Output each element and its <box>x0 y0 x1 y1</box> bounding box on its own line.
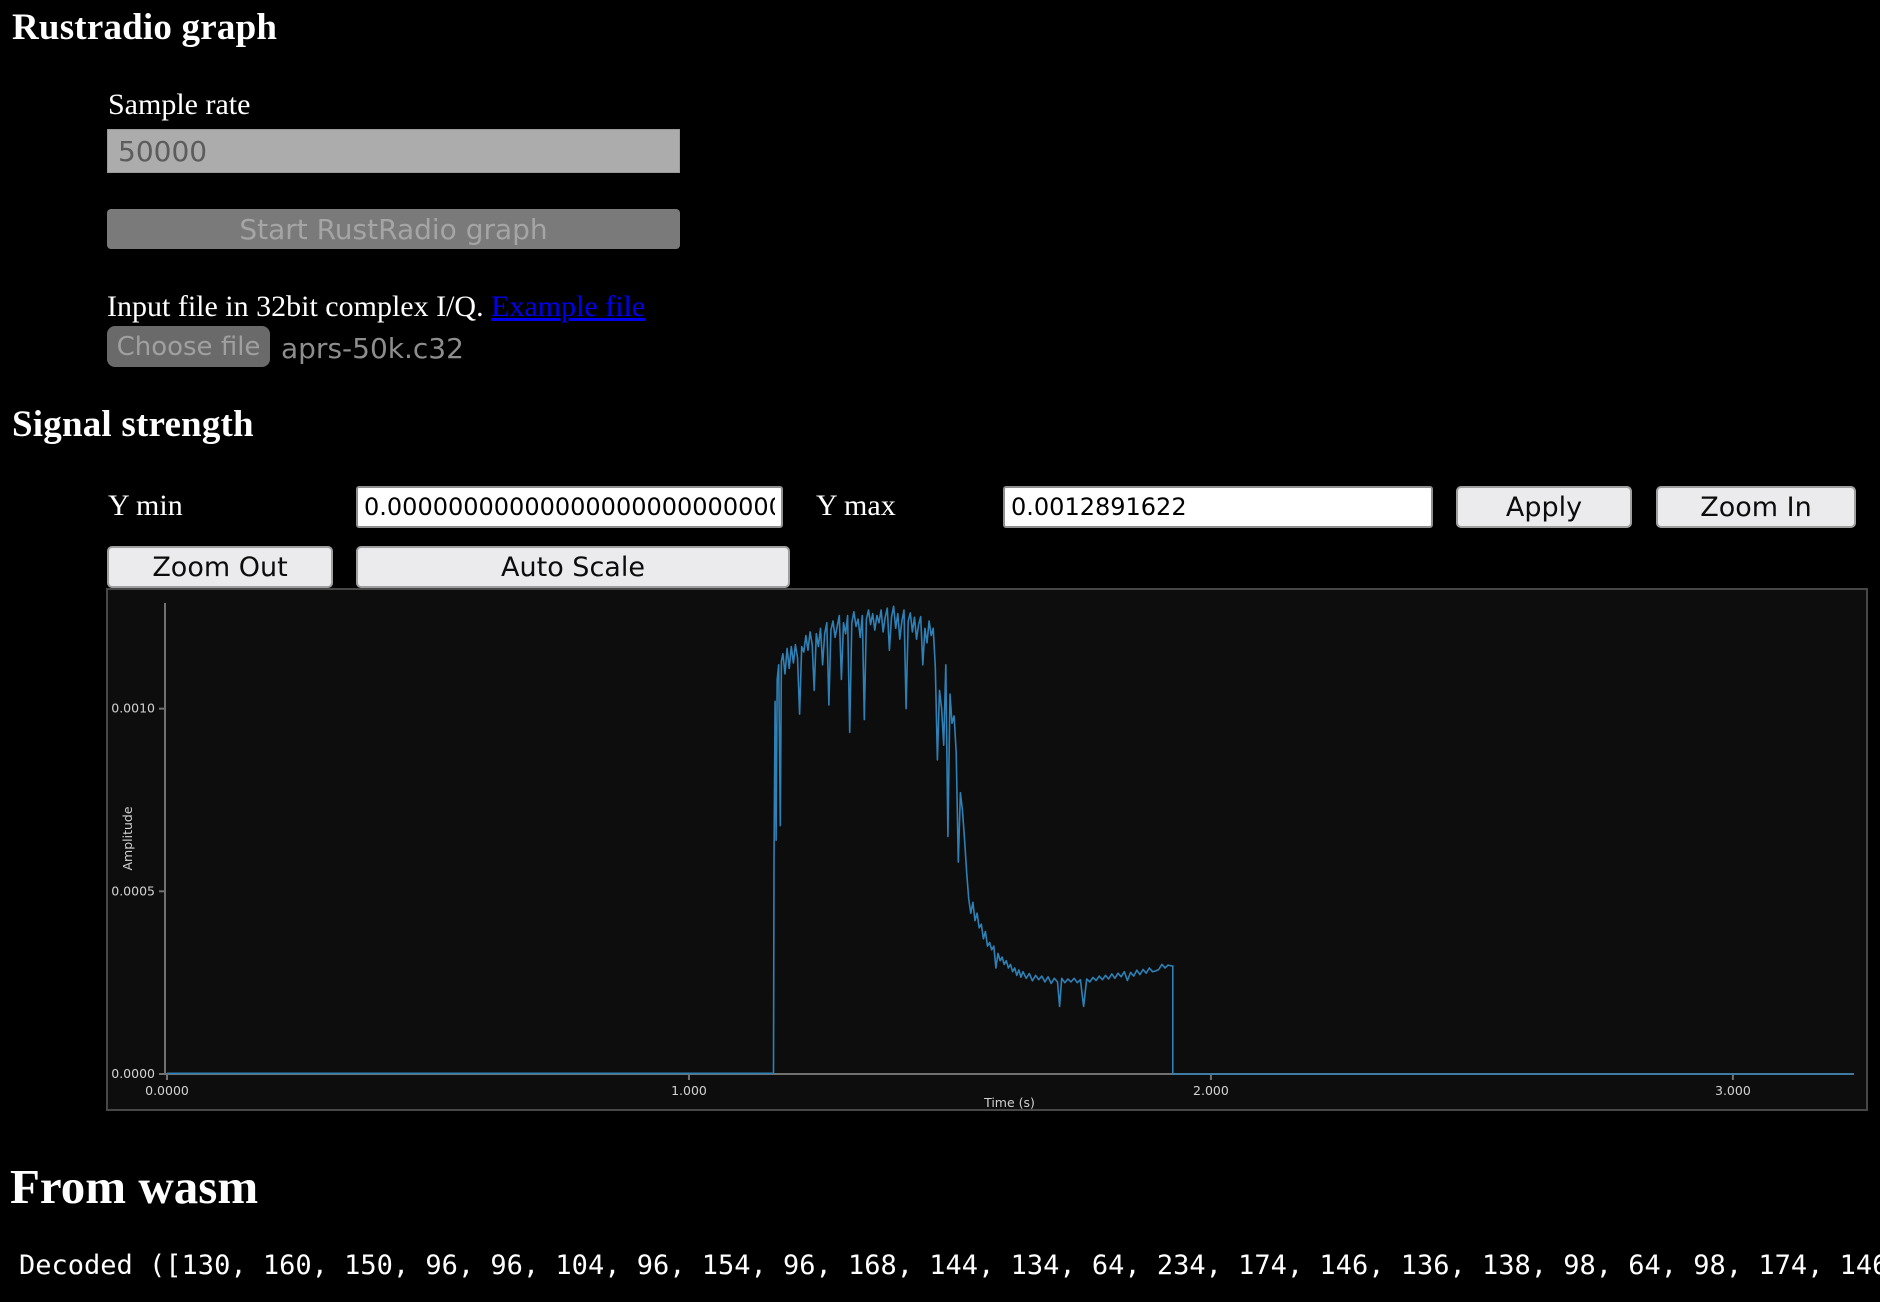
svg-text:0.0000: 0.0000 <box>111 1066 155 1081</box>
svg-text:Time (s): Time (s) <box>983 1095 1035 1109</box>
y-max-label: Y max <box>816 489 896 523</box>
start-graph-button[interactable]: Start RustRadio graph <box>107 209 680 249</box>
page: Rustradio graph Sample rate Start RustRa… <box>0 0 1880 1302</box>
svg-text:1.000: 1.000 <box>671 1083 707 1098</box>
svg-text:0.0000: 0.0000 <box>145 1083 189 1098</box>
svg-text:3.000: 3.000 <box>1715 1083 1751 1098</box>
signal-chart: 0.0000 0.0005 0.0010 0.0000 1.000 2.000 3.000 A… <box>108 590 1866 1109</box>
y-min-label: Y min <box>108 489 183 523</box>
input-file-text: Input file in 32bit complex I/Q. <box>107 290 491 323</box>
y-max-input[interactable] <box>1003 486 1433 528</box>
decoded-output: Decoded ([130, 160, 150, 96, 96, 104, 96… <box>19 1250 1880 1281</box>
example-file-link[interactable]: Example file <box>491 290 645 323</box>
svg-text:0.0010: 0.0010 <box>111 701 155 716</box>
signal-chart-container[interactable]: 0.0000 0.0005 0.0010 0.0000 1.000 2.000 3.000 A… <box>106 588 1868 1111</box>
from-wasm-heading: From wasm <box>10 1158 258 1215</box>
svg-text:2.000: 2.000 <box>1193 1083 1229 1098</box>
choose-file-button[interactable]: Choose file <box>107 326 270 367</box>
zoom-out-button[interactable]: Zoom Out <box>107 546 333 588</box>
page-title: Rustradio graph <box>12 6 277 49</box>
auto-scale-button[interactable]: Auto Scale <box>356 546 790 588</box>
svg-text:0.0005: 0.0005 <box>111 883 155 898</box>
sample-rate-label: Sample rate <box>108 88 250 122</box>
svg-text:Amplitude: Amplitude <box>120 806 135 870</box>
y-min-input[interactable] <box>356 486 783 528</box>
sample-rate-input[interactable] <box>107 129 680 173</box>
input-file-line: Input file in 32bit complex I/Q. Example… <box>107 290 645 324</box>
signal-strength-heading: Signal strength <box>12 403 254 446</box>
chosen-file-name: aprs-50k.c32 <box>281 332 464 365</box>
zoom-in-button[interactable]: Zoom In <box>1656 486 1856 528</box>
apply-button[interactable]: Apply <box>1456 486 1632 528</box>
